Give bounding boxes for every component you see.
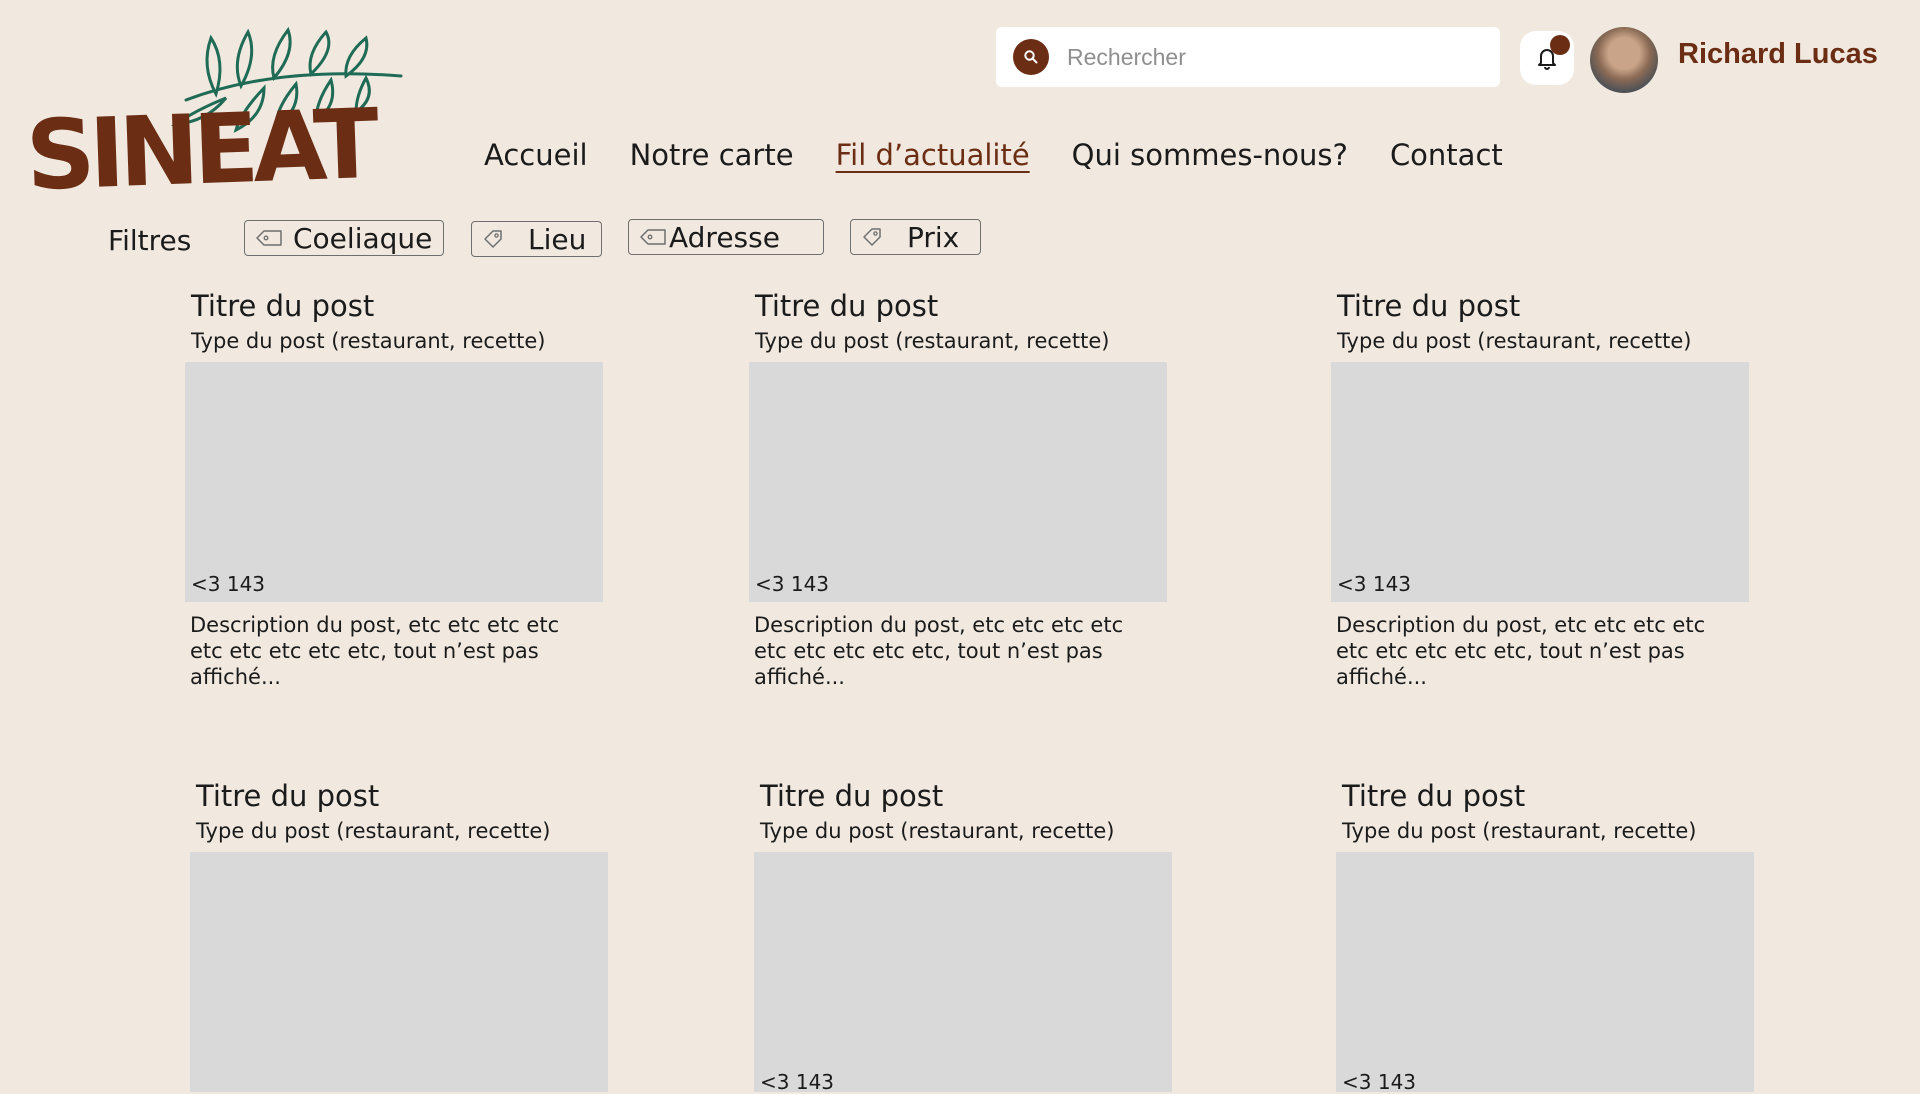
notification-badge: [1550, 35, 1570, 55]
post-image[interactable]: <3 143: [185, 362, 603, 602]
post-title: Titre du post: [755, 289, 939, 323]
tag-icon: [861, 226, 883, 248]
post-description: Description du post, etc etc etc etc etc…: [754, 613, 1124, 689]
nav-accueil[interactable]: Accueil: [484, 138, 588, 172]
post-title: Titre du post: [1337, 289, 1521, 323]
post-card[interactable]: Titre du post Type du post (restaurant, …: [754, 779, 1172, 1094]
post-type: Type du post (restaurant, recette): [191, 329, 546, 353]
nav-notre-carte[interactable]: Notre carte: [630, 138, 794, 172]
post-likes[interactable]: <3 143: [760, 1070, 834, 1094]
post-likes[interactable]: <3 143: [755, 572, 829, 596]
post-card[interactable]: Titre du post Type du post (restaurant, …: [185, 292, 603, 690]
post-type: Type du post (restaurant, recette): [1337, 329, 1692, 353]
filter-chip-prix[interactable]: Prix: [850, 219, 981, 255]
filter-chip-adresse[interactable]: Adresse: [628, 219, 824, 255]
filter-chip-label: Prix: [907, 220, 960, 254]
post-card[interactable]: Titre du post Type du post (restaurant, …: [749, 292, 1167, 690]
avatar[interactable]: [1590, 27, 1658, 93]
filter-chip-label: Adresse: [669, 220, 780, 254]
post-type: Type du post (restaurant, recette): [196, 819, 551, 843]
search-bar: [996, 27, 1500, 87]
main-nav: Accueil Notre carte Fil d’actualité Qui …: [484, 138, 1545, 172]
post-description: Description du post, etc etc etc etc etc…: [1336, 613, 1706, 689]
search-input[interactable]: [1065, 42, 1489, 72]
brand-name: SINEAT: [24, 87, 375, 213]
sineat-logo[interactable]: SINEAT: [24, 26, 406, 212]
filters-label: Filtres: [108, 224, 192, 257]
filter-chip-coeliaque[interactable]: Coeliaque: [244, 220, 444, 256]
post-likes[interactable]: <3 143: [1342, 1070, 1416, 1094]
notifications-button[interactable]: [1520, 31, 1574, 85]
tag-icon: [255, 228, 283, 248]
post-card[interactable]: Titre du post Type du post (restaurant, …: [190, 782, 608, 1092]
post-title: Titre du post: [1342, 779, 1526, 813]
nav-qui-sommes-nous[interactable]: Qui sommes-nous?: [1072, 138, 1348, 172]
post-image[interactable]: <3 143: [1336, 852, 1754, 1094]
post-card[interactable]: Titre du post Type du post (restaurant, …: [1331, 292, 1749, 690]
post-image[interactable]: [190, 852, 608, 1092]
post-type: Type du post (restaurant, recette): [1342, 819, 1697, 843]
post-likes[interactable]: <3 143: [191, 572, 265, 596]
post-card[interactable]: Titre du post Type du post (restaurant, …: [1336, 779, 1754, 1094]
post-image[interactable]: <3 143: [1331, 362, 1749, 602]
filter-chip-label: Coeliaque: [293, 221, 433, 255]
tag-icon: [482, 228, 504, 250]
post-type: Type du post (restaurant, recette): [755, 329, 1110, 353]
post-image[interactable]: <3 143: [749, 362, 1167, 602]
post-title: Titre du post: [191, 289, 375, 323]
search-icon[interactable]: [1013, 39, 1049, 75]
tag-icon: [639, 227, 667, 247]
post-likes[interactable]: <3 143: [1337, 572, 1411, 596]
nav-contact[interactable]: Contact: [1390, 138, 1503, 172]
post-type: Type du post (restaurant, recette): [760, 819, 1115, 843]
user-name[interactable]: Richard Lucas: [1678, 38, 1878, 71]
filter-chip-label: Lieu: [528, 222, 587, 256]
post-title: Titre du post: [196, 779, 380, 813]
post-description: Description du post, etc etc etc etc etc…: [190, 613, 560, 689]
post-image[interactable]: <3 143: [754, 852, 1172, 1094]
filter-chip-lieu[interactable]: Lieu: [471, 221, 602, 257]
nav-fil-actualite[interactable]: Fil d’actualité: [836, 138, 1030, 172]
post-title: Titre du post: [760, 779, 944, 813]
